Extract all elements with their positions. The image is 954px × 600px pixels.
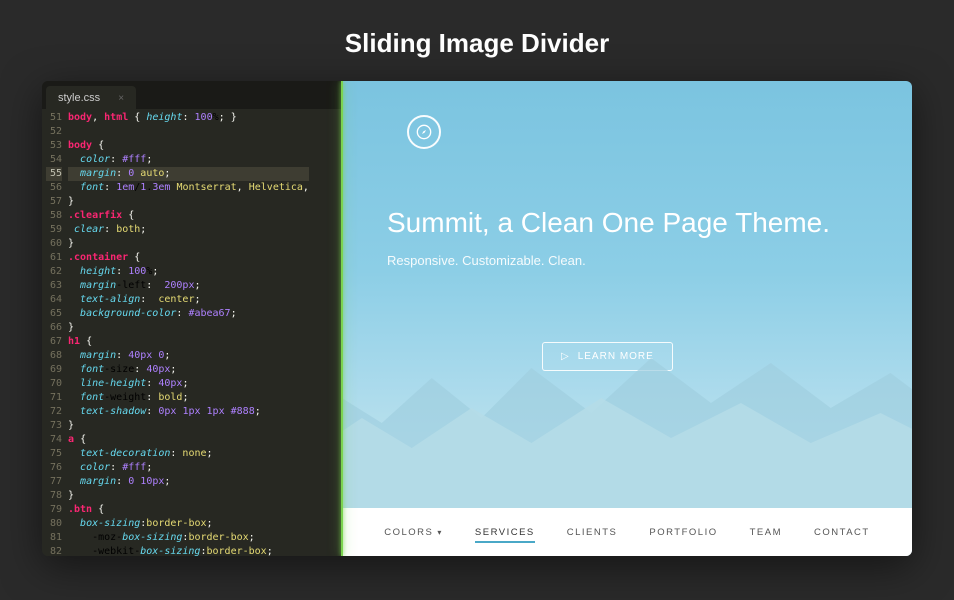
nav-item-contact[interactable]: CONTACT — [814, 527, 870, 538]
nav-item-services[interactable]: SERVICES — [475, 527, 535, 543]
page-title: Sliding Image Divider — [0, 0, 954, 81]
nav-item-portfolio[interactable]: PORTFOLIO — [649, 527, 717, 538]
mountain-illustration — [342, 328, 912, 508]
nav-item-clients[interactable]: CLIENTS — [567, 527, 618, 538]
brand-logo[interactable] — [407, 115, 441, 149]
preview-pane: Summit, a Clean One Page Theme. Responsi… — [342, 81, 912, 556]
line-gutter: 5152535455565758596061626364656667686970… — [42, 109, 68, 556]
nav-footer: COLORS▾ SERVICES CLIENTS PORTFOLIO TEAM CONTA… — [342, 508, 912, 556]
nav-item-team[interactable]: TEAM — [750, 527, 782, 538]
chevron-down-icon: ▾ — [437, 528, 443, 537]
code-lines[interactable]: body, html { height: 100%; } body { colo… — [68, 109, 309, 556]
slider-handle[interactable] — [341, 81, 343, 556]
tab-bar: style.css × — [42, 81, 342, 109]
tab-label: style.css — [58, 92, 100, 104]
editor-tab[interactable]: style.css × — [46, 86, 136, 109]
code-area[interactable]: 5152535455565758596061626364656667686970… — [42, 109, 342, 556]
hero-subtitle: Responsive. Customizable. Clean. — [387, 253, 912, 268]
close-icon[interactable]: × — [118, 93, 124, 104]
hero-title: Summit, a Clean One Page Theme. — [387, 207, 912, 239]
hero-section: Summit, a Clean One Page Theme. Responsi… — [387, 207, 912, 268]
compass-icon — [416, 124, 432, 140]
divider-container: style.css × 5152535455565758596061626364… — [42, 81, 912, 556]
code-editor-pane: style.css × 5152535455565758596061626364… — [42, 81, 342, 556]
nav-item-colors[interactable]: COLORS▾ — [384, 527, 443, 538]
